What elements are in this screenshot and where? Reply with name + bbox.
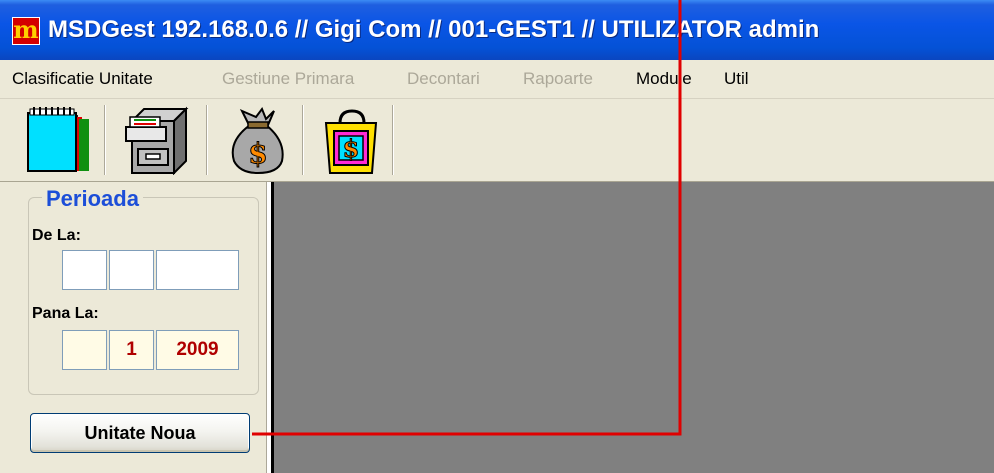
svg-text:$: $ (248, 137, 267, 170)
from-month-field[interactable] (109, 250, 154, 290)
to-day-field[interactable] (62, 330, 107, 370)
menu-module[interactable]: Module (636, 67, 692, 91)
toolbar-separator (392, 105, 394, 175)
toolbar-separator (302, 105, 304, 175)
toolbar-cabinet-button[interactable] (112, 105, 202, 176)
window-title: MSDGest 192.168.0.6 // Gigi Com // 001-G… (48, 16, 820, 43)
filing-cabinet-icon (125, 106, 189, 176)
toolbar: $ $ (0, 99, 994, 182)
menu-gestiune-primara[interactable]: Gestiune Primara (222, 67, 354, 91)
to-year-field[interactable]: 2009 (156, 330, 239, 370)
toolbar-shopping-bag-button[interactable]: $ (306, 105, 396, 175)
menu-decontari[interactable]: Decontari (407, 67, 480, 91)
from-day-field[interactable] (62, 250, 107, 290)
toolbar-notebook-button[interactable] (10, 105, 100, 175)
to-label: Pana La: (32, 305, 99, 322)
toolbar-separator (206, 105, 208, 175)
new-unit-button[interactable]: Unitate Noua (30, 413, 250, 453)
period-legend: Perioada (42, 186, 143, 212)
shopping-bag-dollar-icon: $ (324, 109, 378, 174)
app-logo-icon[interactable]: m (12, 17, 40, 45)
notebook-icon (27, 107, 89, 172)
toolbar-separator (104, 105, 106, 175)
menu-clasificatie-unitate[interactable]: Clasificatie Unitate (12, 67, 153, 91)
mdi-workspace (274, 182, 994, 473)
menu-bar: Clasificatie Unitate Gestiune Primara De… (0, 60, 994, 99)
to-month-field[interactable]: 1 (109, 330, 154, 370)
money-bag-icon: $ (231, 106, 284, 175)
from-label: De La: (32, 227, 81, 244)
toolbar-money-bag-button[interactable]: $ (212, 105, 302, 175)
menu-util[interactable]: Util (724, 67, 749, 91)
svg-text:$: $ (343, 134, 360, 163)
from-year-field[interactable] (156, 250, 239, 290)
menu-rapoarte[interactable]: Rapoarte (523, 67, 593, 91)
title-bar[interactable]: m MSDGest 192.168.0.6 // Gigi Com // 001… (0, 0, 994, 60)
splitter[interactable] (266, 182, 274, 473)
